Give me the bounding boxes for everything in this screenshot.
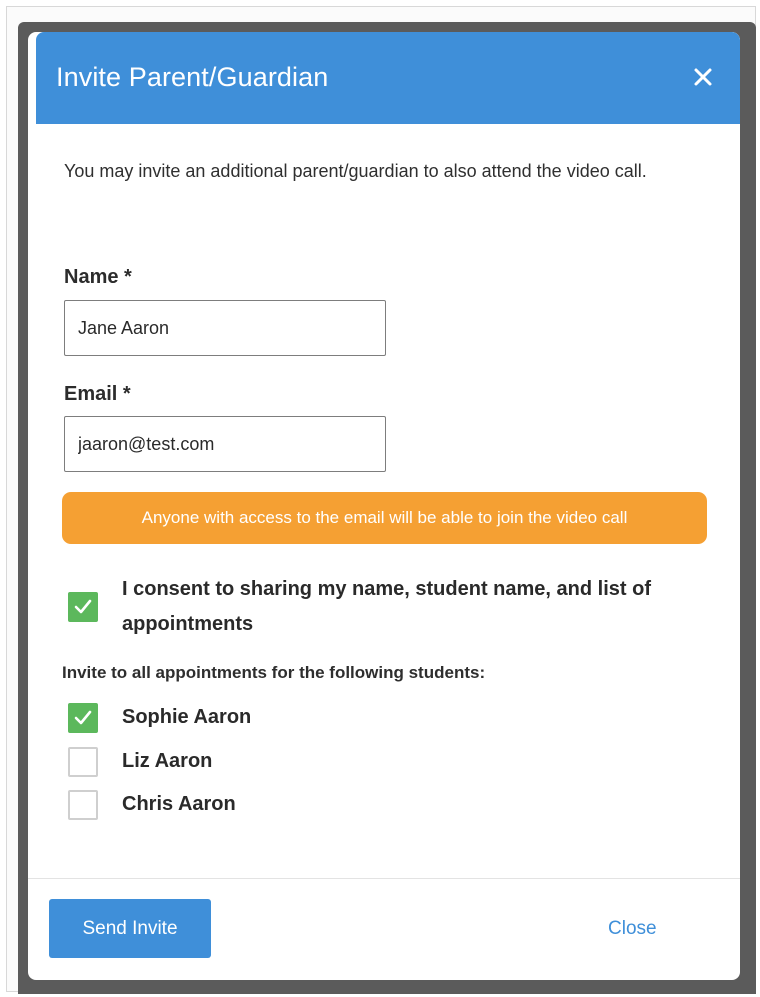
checkmark-icon xyxy=(74,599,92,614)
modal-header: Invite Parent/Guardian xyxy=(36,32,740,124)
checkmark-icon xyxy=(74,710,92,725)
close-button[interactable]: Close xyxy=(608,918,657,940)
consent-label: I consent to sharing my name, student na… xyxy=(122,578,651,635)
student-checkbox-sophie[interactable] xyxy=(68,703,98,733)
student-name: Sophie Aaron xyxy=(122,706,252,728)
student-checkbox-chris[interactable] xyxy=(68,790,98,820)
student-checkbox-liz[interactable] xyxy=(68,747,98,777)
email-label: Email * xyxy=(64,383,131,405)
name-input[interactable] xyxy=(64,300,386,356)
intro-text: You may invite an additional parent/guar… xyxy=(64,161,647,181)
warning-banner: Anyone with access to the email will be … xyxy=(62,492,707,544)
invite-modal: Invite Parent/Guardian You may invite an… xyxy=(28,32,740,980)
students-heading: Invite to all appointments for the follo… xyxy=(62,663,486,682)
student-name: Chris Aaron xyxy=(122,793,236,815)
name-label: Name * xyxy=(64,266,132,288)
email-input[interactable] xyxy=(64,416,386,472)
consent-checkbox[interactable] xyxy=(68,592,98,622)
student-name: Liz Aaron xyxy=(122,750,213,772)
send-invite-button[interactable]: Send Invite xyxy=(49,899,211,958)
footer-divider xyxy=(28,878,740,879)
close-icon[interactable] xyxy=(688,62,718,92)
modal-title: Invite Parent/Guardian xyxy=(56,62,329,92)
